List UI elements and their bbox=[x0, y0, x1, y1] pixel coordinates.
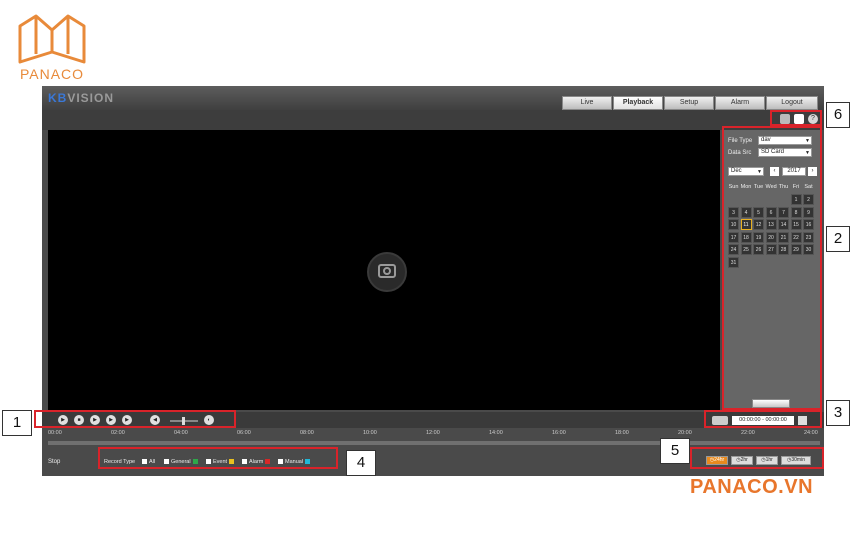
timeline-tick-label: 12:00 bbox=[426, 430, 440, 436]
video-area[interactable] bbox=[48, 130, 720, 410]
top-bar: KBVISION Live Playback Setup Alarm Logou… bbox=[42, 86, 824, 110]
callout-3: 3 bbox=[826, 400, 850, 426]
watermark-site-url: PANACO.VN bbox=[690, 476, 814, 498]
callout-2: 2 bbox=[826, 226, 850, 252]
annotation-box-4 bbox=[98, 447, 338, 469]
annotation-box-2 bbox=[722, 126, 822, 410]
tool-icon-row: ? bbox=[42, 110, 824, 130]
callout-4: 4 bbox=[346, 450, 376, 476]
tab-setup[interactable]: Setup bbox=[664, 96, 714, 110]
timeline-tick-label: 16:00 bbox=[552, 430, 566, 436]
timeline-tick-label: 14:00 bbox=[489, 430, 503, 436]
annotation-box-3 bbox=[704, 410, 822, 428]
annotation-box-1 bbox=[34, 410, 236, 428]
panaco-logo-icon bbox=[18, 14, 86, 64]
timeline-tick-label: 22:00 bbox=[741, 430, 755, 436]
callout-5: 5 bbox=[660, 438, 690, 464]
callout-6: 6 bbox=[826, 102, 850, 128]
timeline-tick-label: 00:00 bbox=[48, 430, 62, 436]
annotation-box-6 bbox=[770, 110, 822, 126]
timeline-tick-label: 02:00 bbox=[111, 430, 125, 436]
timeline-tick-label: 06:00 bbox=[237, 430, 251, 436]
tab-logout[interactable]: Logout bbox=[766, 96, 818, 110]
timeline-tick-label: 18:00 bbox=[615, 430, 629, 436]
annotation-box-5 bbox=[690, 447, 824, 469]
timeline-tick-label: 20:00 bbox=[678, 430, 692, 436]
timeline-tick-label: 04:00 bbox=[174, 430, 188, 436]
tab-playback[interactable]: Playback bbox=[613, 96, 663, 110]
timeline-tick-label: 08:00 bbox=[300, 430, 314, 436]
timeline-tick-label: 10:00 bbox=[363, 430, 377, 436]
watermark-logo-text: PANACO bbox=[19, 66, 85, 82]
status-label: Stop bbox=[48, 459, 61, 465]
camera-lens-shape bbox=[383, 267, 391, 275]
callout-1: 1 bbox=[2, 410, 32, 436]
timeline-tick-label: 24:00 bbox=[804, 430, 818, 436]
brand-logo: KBVISION bbox=[48, 91, 115, 105]
tab-live[interactable]: Live bbox=[562, 96, 612, 110]
timeline-bar[interactable] bbox=[48, 441, 820, 445]
tab-alarm[interactable]: Alarm bbox=[715, 96, 765, 110]
